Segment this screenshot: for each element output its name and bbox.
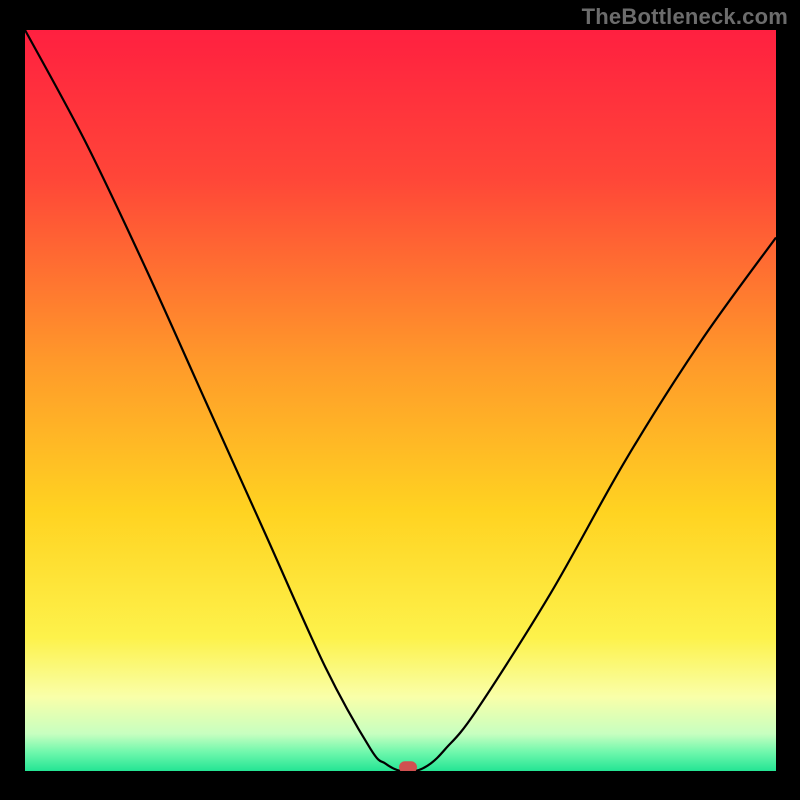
chart-frame: TheBottleneck.com	[0, 0, 800, 800]
optimal-marker-icon	[399, 761, 417, 771]
plot-area	[25, 30, 776, 771]
watermark-text: TheBottleneck.com	[582, 4, 788, 30]
optimal-marker-layer	[25, 30, 776, 771]
